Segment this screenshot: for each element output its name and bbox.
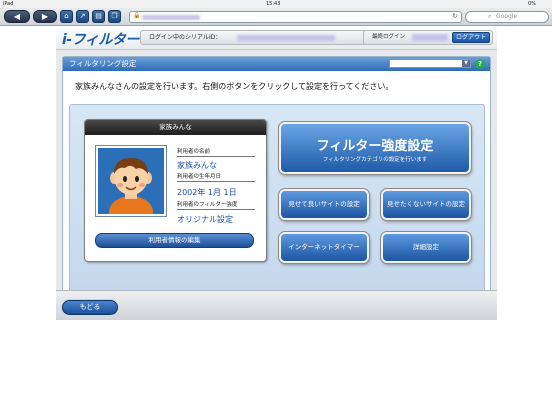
carrier-label: iPad	[3, 1, 14, 7]
avatar	[95, 145, 167, 228]
panel-title: フィルタリング設定	[69, 59, 137, 68]
lock-icon: 🔒	[133, 12, 141, 19]
forward-arrow-button[interactable]: ▶	[33, 10, 57, 23]
filter-strength-button[interactable]: フィルター強度設定 フィルタリングカテゴリの設定を行います	[278, 121, 472, 175]
home-icon: ⌂	[64, 12, 69, 20]
edit-user-info-button[interactable]: 利用者情報の編集	[95, 233, 254, 248]
bookmark-icon: ▤	[95, 12, 102, 20]
web-page: i-フィルター ログイン中のシリアルID： 最終ログイン ログアウト フィルタリ…	[56, 26, 497, 320]
last-login-box: 最終ログイン ログアウト	[363, 30, 493, 45]
ios-status-bar: iPad 15:43 0%	[0, 0, 552, 8]
strength-value: オリジナル設定	[177, 215, 233, 224]
last-login-redacted	[412, 34, 448, 41]
clock: 15:43	[266, 1, 281, 7]
search-field[interactable]: ⌕ Google	[465, 11, 549, 23]
blocked-sites-button[interactable]: 見せたくないサイトの設定	[380, 188, 472, 221]
site-header: i-フィルター ログイン中のシリアルID： 最終ログイン ログアウト	[56, 26, 497, 50]
url-redacted	[142, 15, 200, 20]
internet-timer-button[interactable]: インターネットタイマー	[278, 231, 370, 264]
name-label: 利用者の名前	[177, 147, 255, 157]
child-avatar-icon	[98, 148, 164, 228]
card-title: 家族みんな	[85, 120, 266, 135]
user-profile-card: 家族みんな 利用者の名前 家族みんな 利用者の生年月日 2002年 1月 1日 …	[84, 119, 267, 262]
advanced-settings-button[interactable]: 詳細設定	[380, 231, 472, 264]
back-arrow-button[interactable]: ◀	[4, 10, 30, 23]
dropdown-arrow-icon: ▼	[462, 60, 470, 67]
bookmarks-button[interactable]: ▤	[92, 10, 105, 23]
birth-value: 2002年 1月 1日	[177, 188, 237, 197]
reload-icon[interactable]: ↻	[452, 12, 458, 20]
left-arrow-icon: ◀	[13, 12, 21, 21]
tabs-button[interactable]: ❐	[108, 10, 121, 23]
birth-label: 利用者の生年月日	[177, 172, 255, 182]
serial-label: ログイン中のシリアルID：	[149, 34, 222, 41]
filter-strength-subtitle: フィルタリングカテゴリの設定を行います	[322, 157, 428, 163]
home-button[interactable]: ⌂	[60, 10, 73, 23]
filter-strength-title: フィルター強度設定	[316, 139, 434, 154]
tabs-icon: ❐	[111, 12, 118, 20]
panel-dropdown[interactable]: ▼	[389, 59, 471, 68]
address-bar[interactable]: 🔒 ↻	[129, 11, 462, 23]
share-icon: ↗	[79, 12, 86, 20]
right-arrow-icon: ▶	[41, 12, 49, 21]
panel-header: フィルタリング設定 ▼ ?	[63, 57, 490, 71]
page-footer: もどる	[56, 290, 497, 320]
logout-button[interactable]: ログアウト	[452, 32, 490, 43]
search-placeholder: Google	[496, 13, 518, 20]
instruction-text: 家族みんなさんの設定を行います。右側のボタンをクリックして設定を行ってください。	[75, 82, 394, 91]
name-value: 家族みんな	[177, 161, 217, 170]
serial-id-redacted	[237, 35, 335, 41]
back-button[interactable]: もどる	[62, 300, 118, 315]
strength-label: 利用者のフィルター強度	[177, 200, 255, 210]
search-icon: ⌕	[488, 13, 492, 20]
last-login-label: 最終ログイン	[372, 34, 406, 40]
settings-area: 家族みんな 利用者の名前 家族みんな 利用者の生年月日 2002年 1月 1日 …	[69, 104, 485, 307]
allowed-sites-button[interactable]: 見せて良いサイトの設定	[278, 188, 370, 221]
battery-level: 0%	[528, 1, 536, 7]
help-icon[interactable]: ?	[475, 59, 485, 69]
browser-toolbar: ◀ ▶ ⌂ ↗ ▤ ❐ 🔒 ↻ ⌕ Google	[0, 8, 552, 26]
share-button[interactable]: ↗	[76, 10, 89, 23]
i-filter-logo: i-フィルター	[62, 32, 139, 48]
filtering-settings-panel: フィルタリング設定 ▼ ? 家族みんなさんの設定を行います。右側のボタンをクリッ…	[62, 56, 491, 312]
